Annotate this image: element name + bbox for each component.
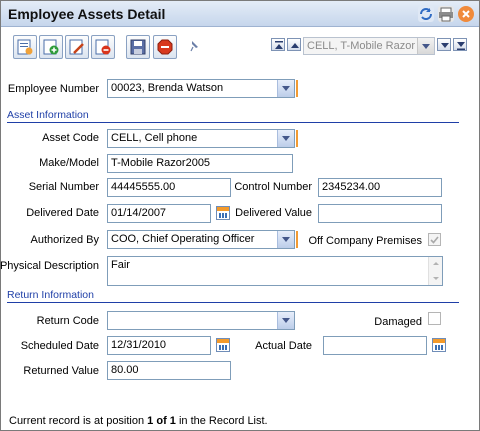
chevron-down-icon[interactable] [277, 80, 294, 97]
check-icon [430, 236, 439, 244]
actual-date-label: Actual Date [255, 340, 312, 352]
chevron-down-icon[interactable] [417, 38, 434, 54]
pin-icon[interactable] [190, 40, 200, 52]
window-title: Employee Assets Detail [8, 6, 166, 22]
delete-record-button[interactable] [91, 35, 115, 59]
delivered-date-input[interactable]: 01/14/2007 [107, 204, 211, 223]
calendar-icon[interactable] [216, 338, 230, 352]
new-record-button[interactable] [13, 35, 37, 59]
asset-code-label: Asset Code [42, 132, 99, 144]
calendar-icon[interactable] [216, 206, 230, 220]
delivered-date-label: Delivered Date [26, 207, 99, 219]
actual-date-input[interactable] [323, 336, 427, 355]
required-marker [296, 130, 298, 147]
title-bar: Employee Assets Detail [1, 1, 479, 27]
physical-description-textarea[interactable]: Fair [107, 256, 443, 286]
next-record-button[interactable] [437, 38, 451, 51]
delivered-value-input[interactable] [318, 204, 442, 223]
record-selector-value: CELL, T-Mobile Razor [307, 40, 416, 52]
add-record-button[interactable] [39, 35, 63, 59]
employee-assets-window: Employee Assets Detail CELL, T-Mobile Ra… [0, 0, 480, 431]
employee-number-label: Employee Number [7, 83, 99, 95]
last-record-button[interactable] [453, 38, 467, 51]
close-icon[interactable] [458, 6, 474, 22]
calendar-icon[interactable] [432, 338, 446, 352]
scheduled-date-input[interactable]: 12/31/2010 [107, 336, 211, 355]
make-model-label: Make/Model [39, 157, 99, 169]
status-bar: Current record is at position 1 of 1 in … [9, 415, 268, 427]
textarea-scrollbar[interactable] [428, 257, 442, 285]
chevron-down-icon[interactable] [277, 231, 294, 248]
refresh-icon[interactable] [418, 6, 434, 22]
asset-section-divider [7, 122, 459, 123]
toolbar: CELL, T-Mobile Razor [1, 28, 479, 64]
asset-code-select[interactable]: CELL, Cell phone [107, 129, 295, 148]
serial-number-input[interactable]: 44445555.00 [107, 178, 231, 197]
chevron-down-icon[interactable] [277, 130, 294, 147]
status-prefix: Current record is at position [9, 415, 148, 427]
return-information-heading: Return Information [7, 289, 94, 301]
damaged-label: Damaged [374, 316, 422, 328]
return-section-divider [7, 302, 459, 303]
required-marker [296, 231, 298, 248]
returned-value-label: Returned Value [23, 365, 99, 377]
serial-number-label: Serial Number [28, 181, 99, 193]
authorized-by-label: Authorized By [30, 234, 99, 246]
scheduled-date-label: Scheduled Date [20, 340, 99, 352]
chevron-down-icon[interactable] [277, 312, 294, 329]
authorized-by-value: COO, Chief Operating Officer [111, 233, 255, 245]
employee-number-value: 00023, Brenda Watson [111, 82, 224, 94]
make-model-input[interactable]: T-Mobile Razor2005 [107, 154, 293, 173]
status-suffix: in the Record List. [175, 415, 268, 427]
print-icon[interactable] [438, 6, 454, 22]
delivered-value-label: Delivered Value [235, 207, 312, 219]
asset-code-value: CELL, Cell phone [111, 132, 198, 144]
return-code-label: Return Code [36, 315, 99, 327]
physical-description-value: Fair [111, 259, 130, 271]
status-position: 1 of 1 [147, 415, 176, 427]
damaged-checkbox[interactable] [428, 312, 441, 325]
return-code-select[interactable] [107, 311, 295, 330]
first-record-button[interactable] [271, 38, 285, 51]
required-marker [296, 80, 298, 97]
edit-record-button[interactable] [65, 35, 89, 59]
asset-information-heading: Asset Information [7, 109, 89, 121]
returned-value-input[interactable]: 80.00 [107, 361, 231, 380]
authorized-by-select[interactable]: COO, Chief Operating Officer [107, 230, 295, 249]
control-number-label: Control Number [234, 181, 312, 193]
control-number-input[interactable]: 2345234.00 [318, 178, 442, 197]
physical-description-label: Physical Description [0, 260, 99, 272]
employee-number-select[interactable]: 00023, Brenda Watson [107, 79, 295, 98]
previous-record-button[interactable] [287, 38, 301, 51]
stop-button[interactable] [153, 35, 177, 59]
save-button[interactable] [126, 35, 150, 59]
off-company-premises-checkbox[interactable] [428, 233, 441, 246]
off-company-premises-label: Off Company Premises [308, 235, 422, 247]
record-selector[interactable]: CELL, T-Mobile Razor [303, 37, 435, 55]
